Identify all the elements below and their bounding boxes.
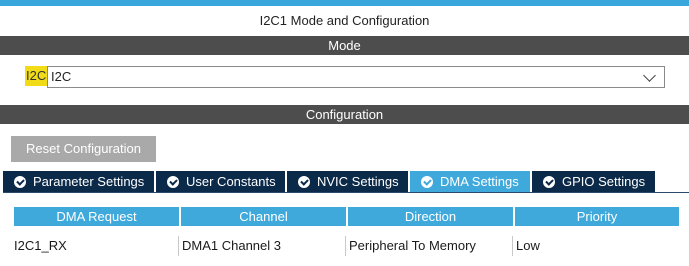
mode-section-header: Mode [0, 36, 689, 55]
check-circle-icon [167, 175, 179, 188]
dma-table-header: DMA Request Channel Direction Priority [14, 207, 681, 226]
column-header-dma-request[interactable]: DMA Request [14, 207, 179, 226]
cell-channel: DMA1 Channel 3 [181, 236, 346, 256]
configuration-panel: Reset Configuration Parameter Settings U… [0, 124, 689, 266]
cell-dma-request: I2C1_RX [14, 236, 179, 256]
configuration-section-header: Configuration [0, 105, 689, 124]
dma-settings-panel: DMA Request Channel Direction Priority I… [3, 192, 689, 266]
check-circle-icon [298, 175, 310, 188]
tab-parameter-settings[interactable]: Parameter Settings [3, 171, 154, 192]
check-circle-icon [543, 175, 555, 188]
cell-direction: Peripheral To Memory [348, 236, 513, 256]
tab-label: NVIC Settings [317, 174, 399, 189]
settings-tabs: Parameter Settings User Constants NVIC S… [3, 171, 657, 192]
tab-dma-settings[interactable]: DMA Settings [410, 171, 530, 192]
reset-configuration-button[interactable]: Reset Configuration [11, 136, 156, 162]
window-title: I2C1 Mode and Configuration [259, 13, 430, 28]
tab-user-constants[interactable]: User Constants [156, 171, 285, 192]
tab-label: User Constants [186, 174, 276, 189]
i2c-mode-label: I2C [25, 66, 48, 86]
tab-label: GPIO Settings [562, 174, 646, 189]
i2c-mode-select[interactable]: I2C [47, 66, 665, 88]
cell-priority: Low [516, 238, 540, 253]
chevron-down-icon[interactable] [643, 69, 656, 82]
mode-row: I2C I2C [0, 55, 689, 99]
i2c-mode-select-value: I2C [51, 69, 72, 84]
tab-gpio-settings[interactable]: GPIO Settings [532, 171, 655, 192]
tab-label: Parameter Settings [33, 174, 145, 189]
tab-nvic-settings[interactable]: NVIC Settings [287, 171, 408, 192]
check-circle-icon [421, 175, 433, 188]
tab-label: DMA Settings [440, 174, 519, 189]
table-row[interactable]: I2C1_RX DMA1 Channel 3 Peripheral To Mem… [14, 236, 681, 256]
check-circle-icon [14, 175, 26, 188]
column-header-channel[interactable]: Channel [181, 207, 346, 226]
column-header-priority[interactable]: Priority [515, 207, 679, 226]
column-header-direction[interactable]: Direction [348, 207, 513, 226]
